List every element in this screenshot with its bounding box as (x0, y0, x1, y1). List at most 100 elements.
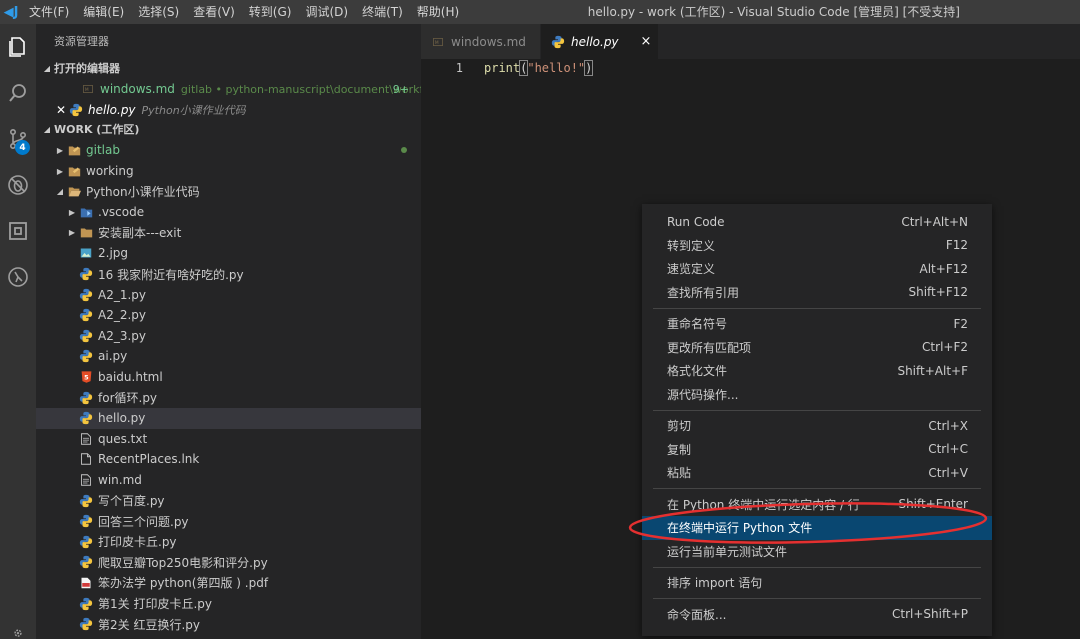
context-menu-item[interactable]: 在 Python 终端中运行选定内容 / 行 Shift+Enter (642, 493, 992, 517)
tree-folder[interactable]: ▶ working (36, 161, 421, 182)
markdown-icon: M (80, 81, 96, 97)
menu-item[interactable]: 编辑(E) (76, 0, 131, 24)
context-menu-item[interactable]: 剪切 Ctrl+X (642, 414, 992, 438)
context-menu-item[interactable]: 运行当前单元测试文件 (642, 540, 992, 564)
context-menu-item[interactable]: 速览定义 Alt+F12 (642, 257, 992, 281)
chevron-right-icon: ▶ (68, 228, 76, 238)
tree-file[interactable]: for循环.py (36, 387, 421, 408)
context-menu-item[interactable]: 粘贴 Ctrl+V (642, 461, 992, 485)
tree-file[interactable]: A2_2.py (36, 305, 421, 326)
tree-file[interactable]: 回答三个问题.py (36, 511, 421, 532)
tab-label: windows.md (451, 34, 526, 49)
menu-item[interactable]: 帮助(H) (410, 0, 466, 24)
tree-file[interactable]: 第2关 红豆换行.py (36, 614, 421, 635)
context-menu-item[interactable]: 重命名符号 F2 (642, 312, 992, 336)
menu-item-shortcut: F2 (953, 316, 968, 331)
tree-file[interactable]: 爬取豆瓣Top250电影和评分.py (36, 552, 421, 573)
menu-item-label: 排序 import 语句 (667, 576, 763, 591)
folder-icon (78, 225, 94, 241)
python-file-icon (78, 554, 94, 570)
context-menu-item[interactable]: 排序 import 语句 (642, 571, 992, 595)
python-file-icon (78, 513, 94, 529)
menu-item[interactable]: 终端(T) (355, 0, 410, 24)
debug-icon[interactable] (0, 162, 36, 208)
open-editors-header[interactable]: ◢ 打开的编辑器 (36, 59, 421, 79)
remote-icon[interactable] (0, 254, 36, 300)
menu-item[interactable]: 选择(S) (131, 0, 186, 24)
context-menu-item[interactable]: Run Code Ctrl+Alt+N (642, 210, 992, 234)
tree-file[interactable]: 16 我家附近有啥好吃的.py (36, 264, 421, 285)
text-file-icon (78, 472, 94, 488)
tree-file[interactable]: ques.txt (36, 429, 421, 450)
open-editor-name: windows.md (100, 82, 175, 97)
menu-item-shortcut: F12 (945, 238, 968, 253)
menu-separator (653, 566, 981, 568)
tree-file[interactable]: 写个百度.py (36, 490, 421, 511)
python-file-icon (78, 348, 94, 364)
menu-item[interactable]: 文件(F) (22, 0, 76, 24)
tree-file[interactable]: 打印皮卡丘.py (36, 531, 421, 552)
explorer-sidebar: 资源管理器 ◢ 打开的编辑器 M windows.md gitlab • pyt… (36, 24, 421, 639)
tree-item-label: 打印皮卡丘.py (98, 535, 177, 550)
context-menu-item[interactable]: 转到定义 F12 (642, 234, 992, 258)
tree-item-label: Python小课作业代码 (86, 185, 200, 200)
menu-item[interactable]: 转到(G) (242, 0, 299, 24)
tree-folder[interactable]: ▶ gitlab (36, 140, 421, 161)
context-menu-item[interactable]: 格式化文件 Shift+Alt+F (642, 359, 992, 383)
context-menu-item[interactable]: 更改所有匹配项 Ctrl+F2 (642, 336, 992, 360)
menu-item-label: 格式化文件 (667, 364, 728, 379)
tree-file[interactable]: 2.jpg (36, 243, 421, 264)
open-editor-desc: gitlab • python-manuscript\document\work… (180, 82, 421, 96)
source-control-icon[interactable]: 4 (0, 116, 36, 162)
tree-file[interactable]: win.md (36, 470, 421, 491)
python-file-icon (78, 534, 94, 550)
context-menu-item[interactable]: 查找所有引用 Shift+F12 (642, 281, 992, 305)
menu-item-shortcut: Alt+F12 (919, 261, 968, 276)
close-icon[interactable]: × (641, 34, 652, 49)
tree-folder[interactable]: ▶ 安装副本---exit (36, 223, 421, 244)
context-menu-item[interactable]: 命令面板... Ctrl+Shift+P (642, 603, 992, 627)
menu-item-shortcut: Shift+Alt+F (897, 363, 968, 378)
context-menu: Run Code Ctrl+Alt+N 转到定义 F12 速览定义 Alt+F12 查找所有… (642, 204, 992, 636)
tree-folder[interactable]: ◢ Python小课作业代码 (36, 181, 421, 202)
menu-item-label: 粘贴 (667, 466, 692, 481)
context-menu-item[interactable]: 源代码操作... (642, 383, 992, 407)
tab-label: hello.py (571, 34, 619, 49)
tree-file[interactable]: 5 baidu.html (36, 367, 421, 388)
tree-item-label: A2_1.py (98, 287, 147, 302)
tree-folder[interactable]: ▶ .vscode (36, 202, 421, 223)
open-editor-desc: Python小课作业代码 (141, 103, 246, 117)
open-editor-item[interactable]: M windows.md gitlab • python-manuscript\… (36, 79, 421, 100)
python-file-icon (78, 493, 94, 509)
context-menu-item[interactable]: 在终端中运行 Python 文件 (642, 516, 992, 540)
menu-item[interactable]: 调试(D) (298, 0, 355, 24)
vscode-logo-icon: ◀J (3, 4, 19, 20)
tree-file[interactable]: A2_1.py (36, 284, 421, 305)
explorer-icon[interactable] (0, 24, 36, 70)
search-icon[interactable] (0, 70, 36, 116)
tree-file[interactable]: 第1关 打印皮卡丘.py (36, 593, 421, 614)
open-editor-name: hello.py (88, 102, 136, 117)
pdf-file-icon (78, 575, 94, 591)
extensions-icon[interactable] (0, 208, 36, 254)
tree-file[interactable]: 笨办法学 python(第四版 ) .pdf (36, 573, 421, 594)
open-editor-item[interactable]: ✕ hello.py Python小课作业代码 (36, 100, 421, 121)
python-file-icon (78, 328, 94, 344)
tree-file[interactable]: RecentPlaces.lnk (36, 449, 421, 470)
python-file-icon (78, 616, 94, 632)
svg-text:M: M (85, 87, 89, 93)
menu-item-label: 重命名符号 (667, 317, 728, 332)
python-file-icon (78, 390, 94, 406)
settings-gear-icon[interactable] (0, 619, 36, 639)
menu-item-label: 在终端中运行 Python 文件 (667, 521, 813, 536)
tab-windows-md[interactable]: M windows.md (421, 24, 541, 59)
tree-file[interactable]: hello.py (36, 407, 421, 429)
tree-file[interactable]: ai.py (36, 346, 421, 367)
tree-file[interactable]: A2_3.py (36, 326, 421, 347)
menu-item[interactable]: 查看(V) (186, 0, 242, 24)
context-menu-item[interactable]: 复制 Ctrl+C (642, 438, 992, 462)
close-icon[interactable]: ✕ (54, 103, 68, 117)
workspace-header[interactable]: ◢ WORK (工作区) (36, 120, 421, 140)
folder-open-icon (66, 184, 82, 200)
tab-hello-py[interactable]: hello.py × (541, 24, 659, 59)
